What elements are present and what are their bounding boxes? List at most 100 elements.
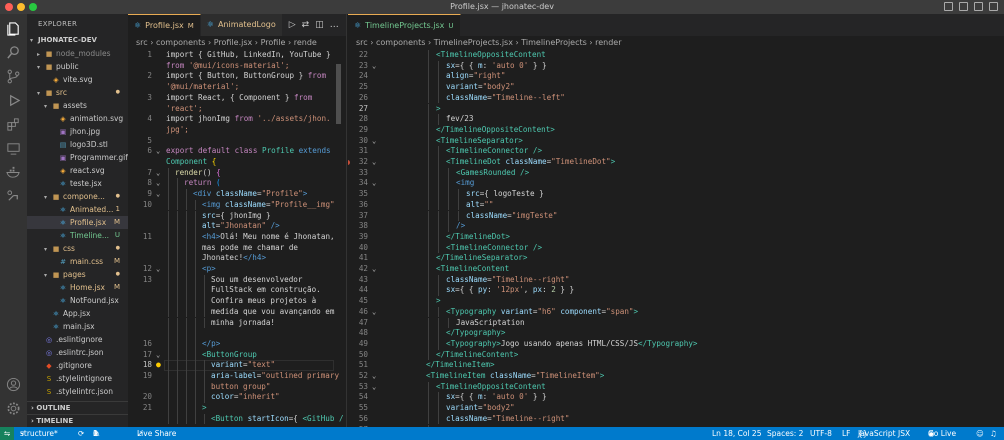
fold-chevron-icon[interactable]: ⌄ <box>156 168 160 179</box>
line-number: 55 <box>358 403 368 413</box>
breadcrumb-item[interactable]: src <box>356 38 368 47</box>
indent-guide <box>168 328 169 339</box>
timeline-section[interactable]: › TIMELINE <box>27 414 128 427</box>
more-actions-icon[interactable]: … <box>330 20 339 30</box>
close-window-button[interactable] <box>5 3 13 11</box>
code-line: </Typography> <box>446 328 505 339</box>
search-icon[interactable] <box>6 44 22 60</box>
indentation[interactable]: Spaces: 2 <box>767 427 803 440</box>
run-icon[interactable]: ▷ <box>289 20 296 30</box>
fold-chevron-icon[interactable]: ⌄ <box>372 264 376 275</box>
folder-item[interactable]: ▾ ■ css ● <box>27 242 128 255</box>
fold-chevron-icon[interactable]: ⌄ <box>156 264 160 275</box>
toggle-panel-icon[interactable] <box>959 2 968 11</box>
file-item[interactable]: ⚛ Animated... 1 <box>27 203 128 216</box>
file-item[interactable]: ⚛ teste.jsx <box>27 177 128 190</box>
file-item[interactable]: S .stylelintrc.json <box>27 385 128 398</box>
docker-icon[interactable] <box>6 164 22 180</box>
split-editor-icon[interactable]: ◫ <box>315 20 324 30</box>
file-item[interactable]: ◆ .gitignore <box>27 359 128 372</box>
breadcrumb-item[interactable]: components <box>376 38 425 47</box>
scrollbar[interactable] <box>336 64 341 124</box>
fold-chevron-icon[interactable]: ⌄ <box>372 371 376 382</box>
fold-chevron-icon[interactable]: ⌄ <box>372 61 376 72</box>
folder-item[interactable]: ▾ ■ public <box>27 60 128 73</box>
file-item[interactable]: ◈ vite.svg <box>27 73 128 86</box>
breadcrumb-item[interactable]: components <box>156 38 205 47</box>
folder-item[interactable]: ▾ ■ compone... ● <box>27 190 128 203</box>
fold-chevron-icon[interactable]: ⌄ <box>372 307 376 318</box>
sync-icon[interactable]: ⟳ <box>78 427 84 440</box>
breadcrumb-item[interactable]: Profile <box>261 38 286 47</box>
file-item[interactable]: ▤ logo3D.stl <box>27 138 128 151</box>
run-debug-icon[interactable] <box>6 92 22 108</box>
file-item[interactable]: ⚛ main.jsx <box>27 320 128 333</box>
toggle-sidebar-icon[interactable] <box>944 2 953 11</box>
feedback-icon[interactable]: ☺ <box>976 427 984 440</box>
customize-layout-icon[interactable] <box>989 2 998 11</box>
fold-chevron-icon[interactable]: ⌄ <box>156 189 160 200</box>
folder-item[interactable]: ▾ ■ src ● <box>27 86 128 99</box>
explorer-icon[interactable] <box>6 20 22 36</box>
fold-chevron-icon[interactable]: ⌄ <box>372 157 376 168</box>
indent-guide <box>177 199 178 211</box>
fold-chevron-icon[interactable]: ⌄ <box>156 178 160 189</box>
indent-guide <box>428 135 429 147</box>
indent-guide <box>168 338 169 350</box>
code-token: "h6" <box>537 306 561 316</box>
remote-indicator-icon[interactable]: ⇋ <box>0 427 14 440</box>
breadcrumb-item[interactable]: rende <box>294 38 317 47</box>
breadcrumb-item[interactable]: TimelineProjects.jsx <box>434 38 513 47</box>
file-item[interactable]: ◎ .eslintrc.json <box>27 346 128 359</box>
fold-chevron-icon[interactable]: ⌄ <box>372 136 376 147</box>
lightbulb-icon[interactable]: ● <box>156 360 161 371</box>
file-item[interactable]: ⚛ NotFound.jsx <box>27 294 128 307</box>
folder-item[interactable]: ▾ ■ assets <box>27 99 128 112</box>
toggle-secondary-sidebar-icon[interactable] <box>974 2 983 11</box>
breadcrumb-item[interactable]: src <box>136 38 148 47</box>
end-of-line[interactable]: LF <box>842 427 851 440</box>
file-item[interactable]: ⚛ Timeline... U <box>27 229 128 242</box>
breadcrumb: src › components › Profile.jsx › Profile… <box>128 36 346 50</box>
extensions-icon[interactable] <box>6 116 22 132</box>
outline-section[interactable]: › OUTLINE <box>27 401 128 414</box>
file-item[interactable]: # main.css M <box>27 255 128 268</box>
file-item[interactable]: ◎ .eslintignore <box>27 333 128 346</box>
file-item[interactable]: ◈ animation.svg <box>27 112 128 125</box>
code-token: </TimelineContent> <box>436 349 519 359</box>
tab-profile-jsx[interactable]: ⚛ Profile.jsx M <box>128 14 201 36</box>
account-icon[interactable] <box>6 376 22 392</box>
code-line: src={ logoTeste } <box>466 189 544 200</box>
live-share-icon[interactable] <box>6 188 22 204</box>
file-item[interactable]: S .stylelintignore <box>27 372 128 385</box>
folder-item[interactable]: ▸ ■ node_modules <box>27 47 128 60</box>
fold-chevron-icon[interactable]: ⌄ <box>156 350 160 361</box>
remote-explorer-icon[interactable] <box>6 140 22 156</box>
tab-timeline-projects[interactable]: ⚛ TimelineProjects.jsx U <box>348 14 461 36</box>
compare-icon[interactable]: ⇄ <box>302 20 310 30</box>
file-item[interactable]: ◈ react.svg <box>27 164 128 177</box>
manage-gear-icon[interactable] <box>6 400 22 416</box>
breadcrumb-item[interactable]: Profile.jsx <box>214 38 253 47</box>
file-item[interactable]: ⚛ Home.jsx M <box>27 281 128 294</box>
breadcrumb-item[interactable]: render <box>595 38 621 47</box>
file-item[interactable]: ▣ Programmer.gif <box>27 151 128 164</box>
folder-item[interactable]: ▾ ■ pages ● <box>27 268 128 281</box>
zoom-window-button[interactable] <box>29 3 37 11</box>
file-item[interactable]: ⚛ Profile.jsx M <box>27 216 128 229</box>
minimize-window-button[interactable] <box>17 3 25 11</box>
code-token: ={ { <box>455 60 479 70</box>
cursor-position[interactable]: Ln 18, Col 25 <box>712 427 761 440</box>
tab-animated-logo[interactable]: ⚛ AnimatedLogo <box>200 14 283 36</box>
fold-chevron-icon[interactable]: ⌄ <box>372 382 376 393</box>
encoding[interactable]: UTF-8 <box>810 427 832 440</box>
source-control-icon[interactable] <box>6 68 22 84</box>
breadcrumb-item[interactable]: TimelineProjects <box>521 38 587 47</box>
explorer-root-folder[interactable]: ▾ JHONATEC-DEV <box>27 34 128 47</box>
file-item[interactable]: ▣ jhon.jpg <box>27 125 128 138</box>
notifications-bell-icon[interactable]: ♫ <box>990 427 997 440</box>
indent-guide <box>428 253 429 264</box>
fold-chevron-icon[interactable]: ⌄ <box>372 178 376 189</box>
file-item[interactable]: ⚛ App.jsx <box>27 307 128 320</box>
fold-chevron-icon[interactable]: ⌄ <box>156 146 160 157</box>
